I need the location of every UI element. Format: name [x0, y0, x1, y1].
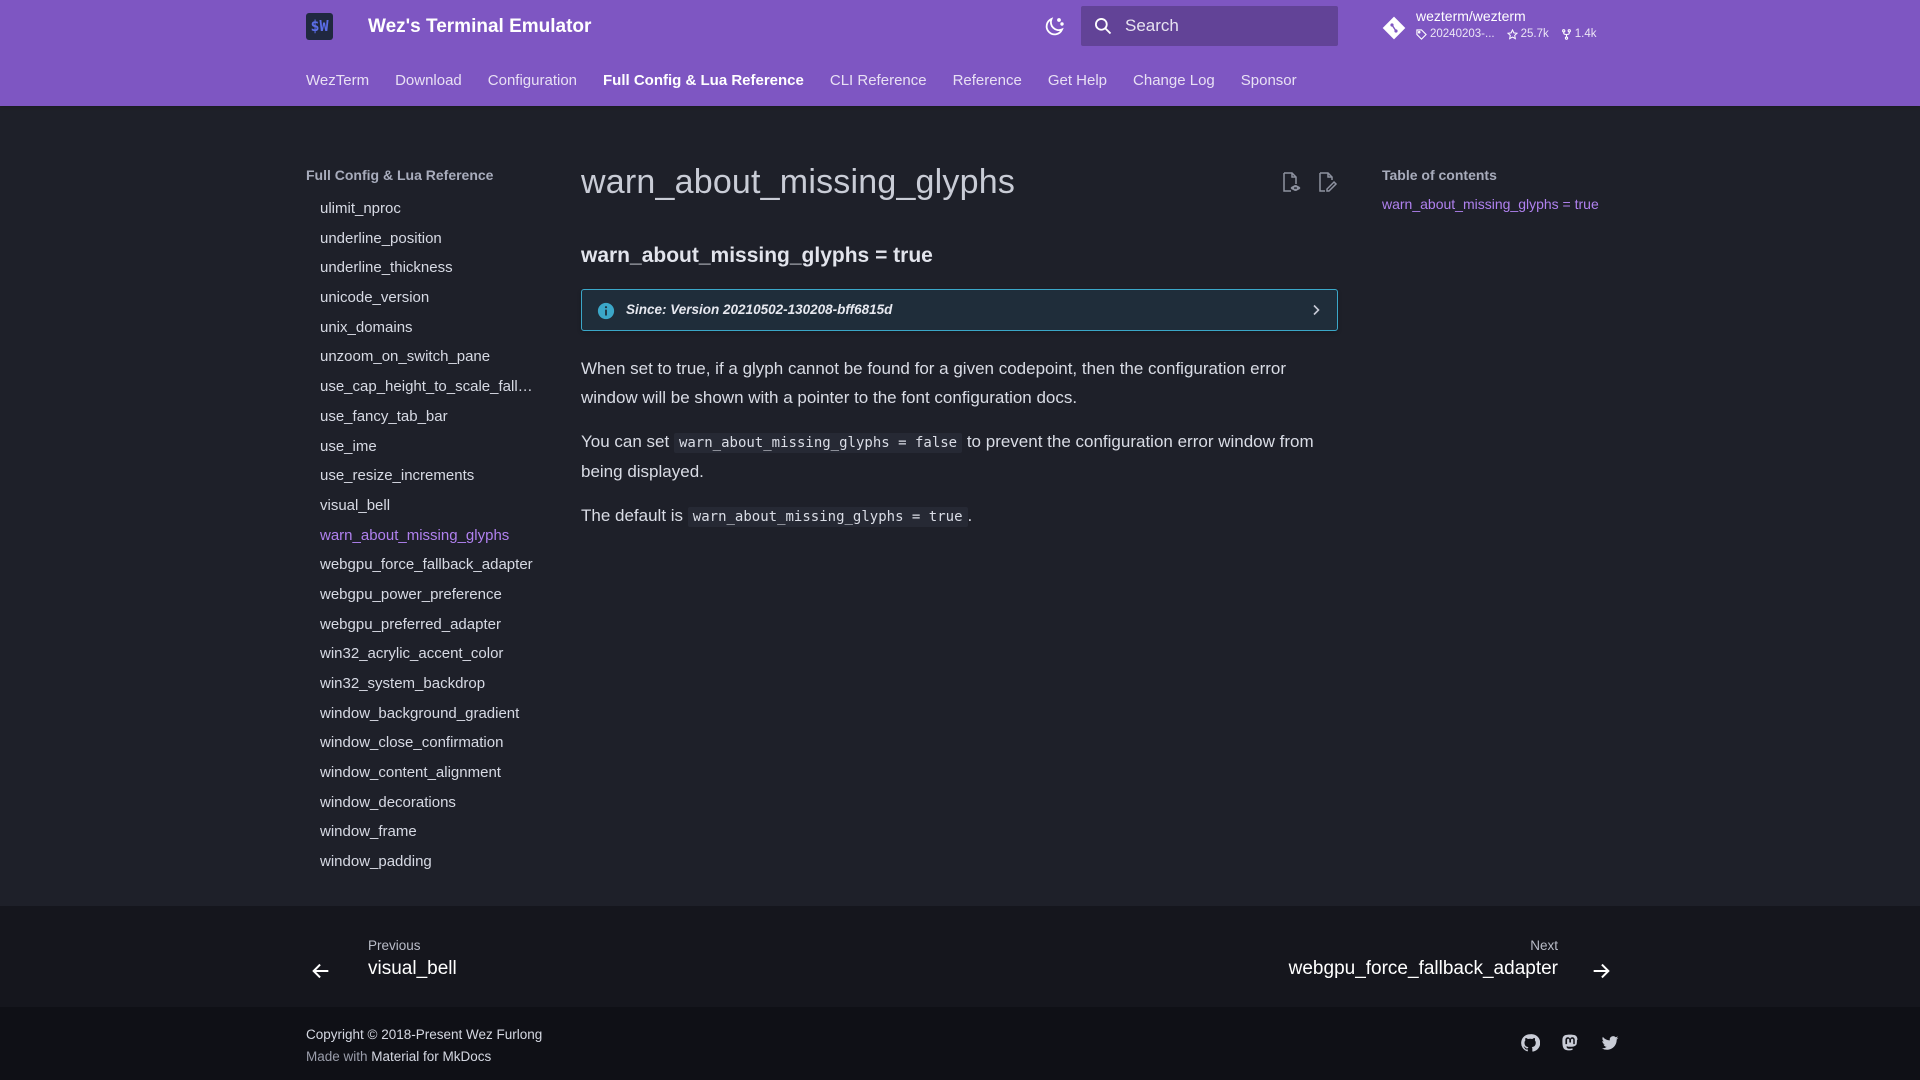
sidebar-item-use-resize-increments[interactable]: use_resize_increments — [306, 461, 540, 491]
sidebar-item-use-cap-height[interactable]: use_cap_height_to_scale_fallback_fonts — [306, 372, 540, 402]
search-input[interactable] — [1125, 6, 1330, 46]
toc-title: Table of contents — [1382, 167, 1497, 183]
made-with-prefix: Made with — [306, 1049, 372, 1064]
tag-icon — [1416, 28, 1427, 40]
sidebar-item-unzoom-on-switch-pane[interactable]: unzoom_on_switch_pane — [306, 342, 540, 372]
sidebar-item-window-padding[interactable]: window_padding — [306, 847, 540, 877]
main-content: warn_about_missing_glyphs warn_about_mis… — [581, 160, 1338, 532]
sidebar-item-window-frame[interactable]: window_frame — [306, 817, 540, 847]
repo-name: wezterm/wezterm — [1416, 8, 1526, 24]
tab-sponsor[interactable]: Sponsor — [1241, 72, 1297, 89]
repo-forks: 1.4k — [1561, 28, 1597, 40]
admonition-summary[interactable]: Since: Version 20210502-130208-bff6815d — [582, 290, 1337, 330]
arrow-left-icon — [312, 963, 329, 979]
theme-toggle-icon[interactable] — [1040, 13, 1068, 41]
sidebar-nav: Full Config & Lua Reference ulimit_nproc… — [306, 164, 546, 877]
repo-version: 20240203-... — [1416, 28, 1495, 40]
sidebar-item-window-close-confirmation[interactable]: window_close_confirmation — [306, 728, 540, 758]
copyright-text: Copyright © 2018-Present Wez Furlong — [306, 1027, 543, 1042]
previous-title: visual_bell — [368, 958, 457, 979]
sidebar-item-webgpu-force-fallback-adapter[interactable]: webgpu_force_fallback_adapter — [306, 550, 540, 580]
tab-get-help[interactable]: Get Help — [1048, 72, 1107, 89]
repo-stars-text: 25.7k — [1520, 28, 1549, 40]
logo-icon[interactable]: $W — [306, 13, 333, 40]
repo-version-text: 20240203-... — [1430, 28, 1495, 40]
paragraph-description: When set to true, if a glyph cannot be f… — [581, 359, 1287, 407]
sidebar-item-win32-acrylic-accent-color[interactable]: win32_acrylic_accent_color — [306, 639, 540, 669]
tab-reference[interactable]: Reference — [953, 72, 1022, 89]
sidebar-item-webgpu-preferred-adapter[interactable]: webgpu_preferred_adapter — [306, 610, 540, 640]
sidebar-item-unix-domains[interactable]: unix_domains — [306, 313, 540, 343]
previous-page-link[interactable]: Previous visual_bell — [306, 938, 606, 988]
sidebar-item-underline-position[interactable]: underline_position — [306, 224, 540, 254]
search-box[interactable] — [1081, 6, 1338, 46]
footer-meta: Copyright © 2018-Present Wez Furlong Mad… — [0, 1007, 1920, 1080]
toc-item-warn-about-missing-glyphs[interactable]: warn_about_missing_glyphs = true — [1382, 194, 1612, 214]
sidebar-title: Full Config & Lua Reference — [306, 167, 494, 183]
sidebar-item-win32-system-backdrop[interactable]: win32_system_backdrop — [306, 669, 540, 699]
sidebar-item-use-fancy-tab-bar[interactable]: use_fancy_tab_bar — [306, 402, 540, 432]
edit-icon[interactable] — [1314, 170, 1338, 194]
sidebar-item-webgpu-power-preference[interactable]: webgpu_power_preference — [306, 580, 540, 610]
info-icon — [597, 302, 615, 320]
twitter-icon[interactable] — [1600, 1033, 1620, 1053]
sidebar-item-window-content-alignment[interactable]: window_content_alignment — [306, 758, 540, 788]
sidebar-item-window-decorations[interactable]: window_decorations — [306, 788, 540, 818]
site-title[interactable]: Wez's Terminal Emulator — [368, 13, 591, 41]
section-heading: warn_about_missing_glyphs = true — [581, 244, 933, 267]
copyright-block: Copyright © 2018-Present Wez Furlong Mad… — [306, 1024, 542, 1068]
repo-link[interactable]: wezterm/wezterm 20240203-... 25.7k 1.4k — [1382, 8, 1612, 46]
sidebar-item-visual-bell[interactable]: visual_bell — [306, 491, 540, 521]
view-source-icon[interactable] — [1278, 170, 1302, 194]
previous-label: Previous — [368, 938, 421, 953]
arrow-right-icon — [1593, 963, 1610, 979]
next-label: Next — [1530, 938, 1558, 953]
repo-facts: 20240203-... 25.7k 1.4k — [1416, 28, 1596, 40]
material-mkdocs-link[interactable]: Material for MkDocs — [371, 1049, 491, 1064]
page-title: warn_about_missing_glyphs — [581, 163, 1016, 201]
sidebar-item-use-ime[interactable]: use_ime — [306, 432, 540, 462]
top-tabs: WezTerm Download Configuration Full Conf… — [306, 62, 1323, 98]
paragraph-default: The default is warn_about_missing_glyphs… — [581, 502, 1338, 532]
sidebar-item-underline-thickness[interactable]: underline_thickness — [306, 253, 540, 283]
social-links — [1520, 1033, 1620, 1053]
next-title: webgpu_force_fallback_adapter — [1288, 958, 1558, 979]
paragraph-disable: You can set warn_about_missing_glyphs = … — [581, 428, 1338, 486]
next-page-link[interactable]: Next webgpu_force_fallback_adapter — [1214, 938, 1614, 988]
tab-full-config-lua-reference[interactable]: Full Config & Lua Reference — [603, 72, 804, 89]
sidebar-item-window-background-gradient[interactable]: window_background_gradient — [306, 699, 540, 729]
table-of-contents: Table of contents warn_about_missing_gly… — [1382, 164, 1612, 214]
sidebar-item-warn-about-missing-glyphs[interactable]: warn_about_missing_glyphs — [306, 521, 540, 551]
page-actions — [1278, 170, 1338, 194]
repo-forks-text: 1.4k — [1574, 28, 1597, 40]
repo-stars: 25.7k — [1506, 28, 1549, 40]
fork-icon — [1561, 28, 1571, 40]
tab-cli-reference[interactable]: CLI Reference — [830, 72, 927, 89]
inline-code-false: warn_about_missing_glyphs = false — [673, 433, 963, 453]
git-icon — [1382, 16, 1406, 40]
inline-code-true: warn_about_missing_glyphs = true — [687, 507, 968, 527]
mastodon-icon[interactable] — [1560, 1033, 1580, 1053]
chevron-right-icon — [1313, 304, 1320, 316]
sidebar-item-unicode-version[interactable]: unicode_version — [306, 283, 540, 313]
site-header: $W Wez's Terminal Emulator wezterm/wezte… — [0, 0, 1920, 106]
star-icon — [1506, 28, 1518, 40]
p3-text-after: . — [967, 506, 973, 525]
tab-change-log[interactable]: Change Log — [1133, 72, 1215, 89]
admonition-title: Since: Version 20210502-130208-bff6815d — [626, 302, 893, 317]
github-icon[interactable] — [1520, 1033, 1541, 1053]
made-with-text: Made with Material for MkDocs — [306, 1046, 542, 1068]
tab-configuration[interactable]: Configuration — [488, 72, 577, 89]
search-icon — [1095, 18, 1112, 35]
tab-download[interactable]: Download — [395, 72, 462, 89]
p3-text-before: The default is — [581, 506, 688, 525]
tab-wezterm[interactable]: WezTerm — [306, 72, 369, 89]
p2-text-before: You can set — [581, 432, 674, 451]
since-admonition[interactable]: Since: Version 20210502-130208-bff6815d — [581, 289, 1338, 331]
sidebar-item-ulimit-nproc[interactable]: ulimit_nproc — [306, 194, 540, 224]
footer-pagination: Previous visual_bell Next webgpu_force_f… — [0, 906, 1920, 1007]
